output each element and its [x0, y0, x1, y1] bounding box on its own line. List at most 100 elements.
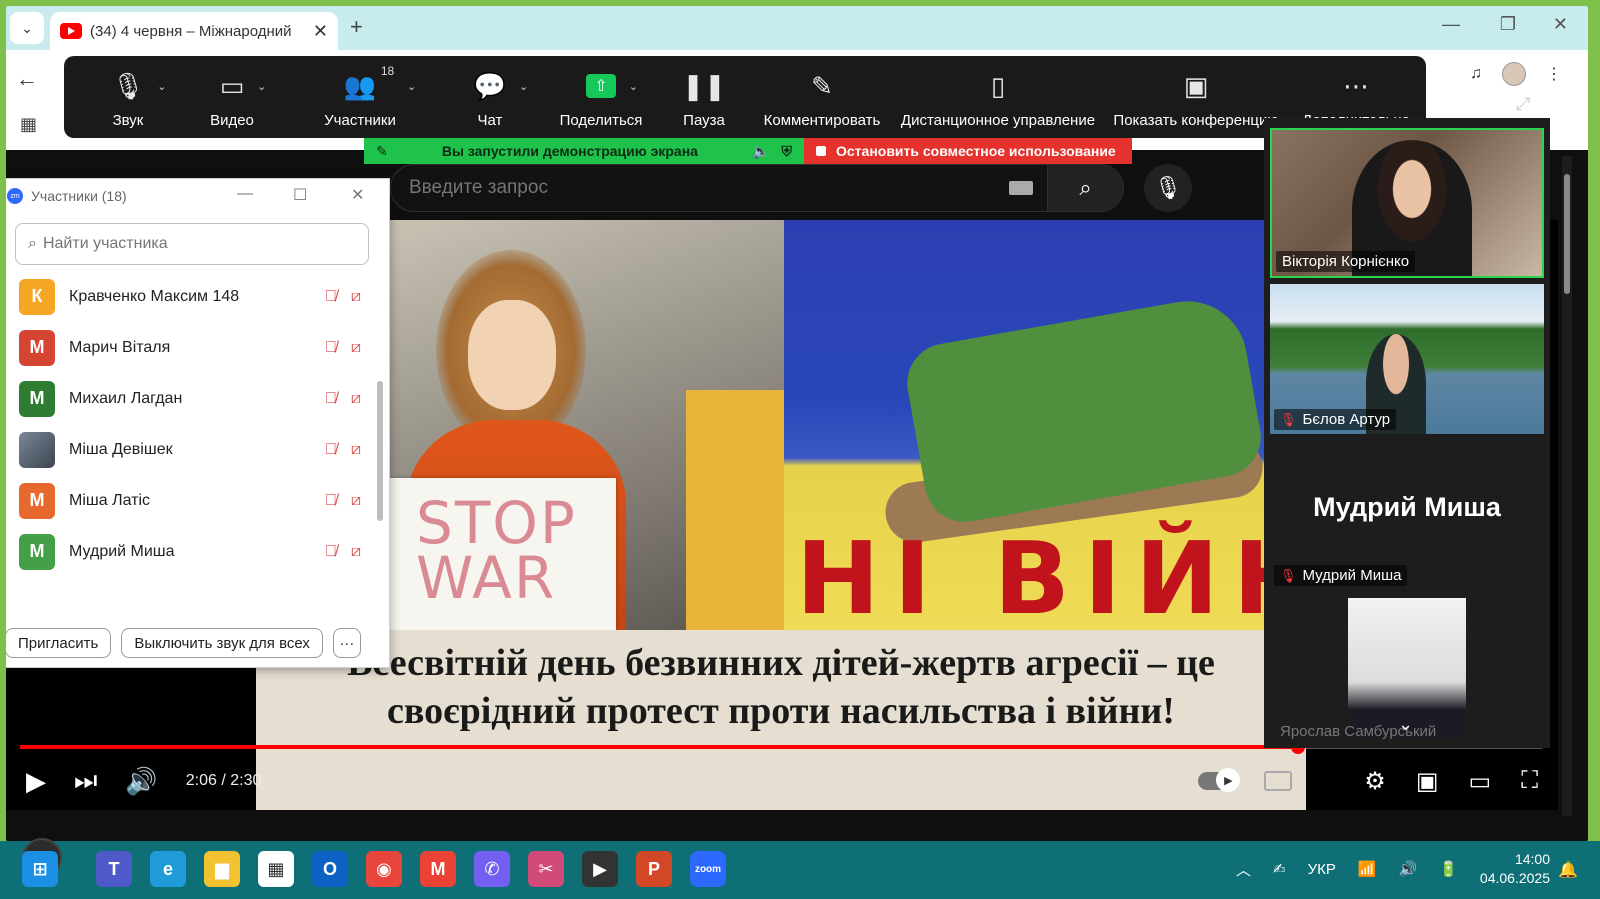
- back-arrow-icon[interactable]: ←: [16, 66, 38, 92]
- close-panel-button[interactable]: ✕: [351, 185, 364, 205]
- outlook-icon[interactable]: O: [312, 851, 348, 887]
- chrome-icon[interactable]: ◉: [366, 851, 402, 887]
- video-tile[interactable]: 🎙 Бєлов Артур: [1270, 284, 1544, 434]
- mute-all-button[interactable]: Выключить звук для всех: [121, 628, 323, 658]
- chevron-down-icon[interactable]: ⌄: [257, 80, 266, 93]
- new-tab-button[interactable]: +: [350, 14, 363, 40]
- browser-tab[interactable]: (34) 4 червня – Міжнародний ✕: [50, 12, 338, 50]
- speaker-icon[interactable]: 🔈: [752, 143, 769, 160]
- zoom-remote-control-button[interactable]: ▯ Дистанционное управление: [898, 56, 1098, 138]
- muted-mic-icon: 🎙̸: [324, 389, 337, 407]
- close-window-button[interactable]: ✕: [1553, 14, 1568, 35]
- participant-big-name: Мудрий Миша: [1313, 492, 1501, 522]
- next-icon[interactable]: ⏭: [74, 765, 97, 797]
- subtitles-icon[interactable]: [1264, 771, 1293, 791]
- chevron-down-icon[interactable]: ⌄: [157, 80, 166, 93]
- media-player-icon[interactable]: ▶: [582, 851, 618, 887]
- clock[interactable]: 14:00 04.06.2025: [1480, 850, 1550, 888]
- file-explorer-icon[interactable]: ▆: [204, 851, 240, 887]
- participant-row[interactable]: М Міша Латіс 🎙̸ ⧄: [6, 475, 375, 526]
- fullscreen-icon[interactable]: ⛶: [1521, 767, 1538, 795]
- screen-share-banner: ✎ Вы запустили демонстрацию экрана 🔈 ⛨ О…: [364, 138, 1132, 164]
- youtube-favicon-icon: [60, 23, 82, 39]
- viber-icon[interactable]: ✆: [474, 851, 510, 887]
- more-options-button[interactable]: ···: [332, 628, 361, 658]
- participant-row[interactable]: Міша Девішек 🎙̸ ⧄: [6, 424, 375, 475]
- video-tile[interactable]: Мудрий Миша 🎙 Мудрий Миша: [1270, 440, 1544, 590]
- powerpoint-icon[interactable]: P: [636, 851, 672, 887]
- participant-row[interactable]: К Кравченко Максим 148 🎙̸ ⧄: [6, 271, 375, 322]
- snipping-tool-icon[interactable]: ✂: [528, 851, 564, 887]
- store-icon[interactable]: ▦: [258, 851, 294, 887]
- browser-menu-icon[interactable]: ⋮: [1546, 64, 1562, 84]
- browser-window: ⌄ (34) 4 червня – Міжнародний ✕ + — ❐ ✕ …: [6, 6, 1588, 841]
- video-tile[interactable]: Ярослав Самбурський ⌄: [1270, 596, 1544, 746]
- search-button[interactable]: ⌕: [1047, 165, 1123, 211]
- scrollbar-thumb[interactable]: [377, 381, 383, 521]
- tab-list-button[interactable]: ⌄: [10, 12, 44, 44]
- zoom-annotate-button[interactable]: ✎ Комментировать: [746, 56, 898, 138]
- edge-icon[interactable]: e: [150, 851, 186, 887]
- chevron-down-icon[interactable]: ⌄: [407, 80, 416, 93]
- volume-icon[interactable]: 🔊: [125, 766, 157, 797]
- player-controls: ▶ ⏭ 🔊 2:06 / 2:30 ⚙ ▣ ▭ ⛶: [6, 756, 1558, 806]
- miniplayer-icon[interactable]: ▣: [1416, 767, 1439, 796]
- keyboard-icon[interactable]: [1009, 181, 1033, 195]
- windows-start-icon[interactable]: ⊞: [22, 851, 58, 887]
- expand-icon[interactable]: ⤢: [1516, 94, 1530, 115]
- gmail-icon[interactable]: M: [420, 851, 456, 887]
- chevron-down-icon[interactable]: ⌄: [1398, 714, 1413, 735]
- settings-gear-icon[interactable]: ⚙: [1364, 767, 1386, 796]
- pin-icon[interactable]: ✎: [376, 143, 388, 160]
- microphone-icon: 🎙: [1154, 175, 1182, 200]
- zoom-share-button[interactable]: ⇧ ⌄ Поделиться: [540, 56, 662, 138]
- zoom-show-meeting-label: Показать конференцию: [1113, 112, 1279, 129]
- video-tile[interactable]: Вікторія Корнієнко: [1270, 128, 1544, 278]
- stop-sharing-button[interactable]: Остановить совместное использование: [804, 138, 1132, 164]
- zoom-chat-button[interactable]: 💬 ⌄ Чат: [440, 56, 540, 138]
- participant-row[interactable]: М Марич Віталя 🎙̸ ⧄: [6, 322, 375, 373]
- profile-avatar[interactable]: [1502, 62, 1526, 86]
- zoom-participants-button[interactable]: 👥 18 ⌄ Участники: [280, 56, 440, 138]
- playlist-icon[interactable]: ♫: [1470, 65, 1482, 83]
- zoom-icon[interactable]: zoom: [690, 851, 726, 887]
- browser-right-icons: ♫ ⋮: [1470, 62, 1562, 86]
- zoom-video-button[interactable]: ▭ ⌄ Видео: [184, 56, 280, 138]
- chevron-down-icon[interactable]: ⌄: [629, 80, 638, 93]
- apps-grid-icon[interactable]: ▦: [20, 114, 37, 135]
- input-language[interactable]: УКР: [1308, 861, 1336, 878]
- share-screen-icon: ⇧: [586, 74, 616, 98]
- youtube-search-input[interactable]: [391, 177, 1009, 199]
- muted-mic-icon: 🎙̸: [324, 338, 337, 356]
- wifi-icon[interactable]: 📶: [1358, 860, 1377, 878]
- minimize-panel-button[interactable]: —: [237, 185, 253, 203]
- restore-window-button[interactable]: ❐: [1500, 14, 1516, 35]
- close-tab-icon[interactable]: ✕: [313, 21, 328, 42]
- volume-icon[interactable]: 🔊: [1399, 860, 1418, 878]
- language-pen-icon[interactable]: ✍: [1273, 860, 1286, 878]
- zoom-audio-button[interactable]: 🎙 ⌄ Звук: [72, 56, 184, 138]
- chevron-up-icon[interactable]: ︿: [1236, 859, 1251, 880]
- notifications-icon[interactable]: 🔔: [1558, 860, 1578, 880]
- show-meeting-icon: ▣: [1183, 70, 1209, 101]
- scrollbar-thumb[interactable]: [1564, 174, 1570, 294]
- minimize-window-button[interactable]: —: [1442, 14, 1460, 35]
- shield-icon: ⛨: [781, 142, 793, 159]
- play-icon[interactable]: ▶: [26, 766, 46, 797]
- autoplay-toggle[interactable]: [1198, 768, 1241, 792]
- zoom-pause-button[interactable]: ❚❚ Пауза: [662, 56, 746, 138]
- chat-icon: 💬: [473, 70, 507, 101]
- maximize-panel-button[interactable]: ☐: [293, 185, 307, 205]
- voice-search-button[interactable]: 🎙: [1144, 164, 1192, 212]
- participant-row[interactable]: М Михаил Лагдан 🎙̸ ⧄: [6, 373, 375, 424]
- participant-search-input[interactable]: [42, 235, 343, 253]
- chevron-down-icon[interactable]: ⌄: [519, 80, 528, 93]
- teams-icon[interactable]: T: [96, 851, 132, 887]
- participant-list-scrollbar[interactable]: [377, 271, 383, 603]
- theater-mode-icon[interactable]: ▭: [1469, 767, 1492, 796]
- participant-row[interactable]: М Мудрий Миша 🎙̸ ⧄: [6, 526, 375, 577]
- battery-icon[interactable]: 🔋: [1439, 860, 1458, 878]
- page-scrollbar[interactable]: [1562, 156, 1572, 816]
- invite-button[interactable]: Пригласить: [6, 628, 112, 658]
- zoom-chat-label: Чат: [477, 112, 503, 129]
